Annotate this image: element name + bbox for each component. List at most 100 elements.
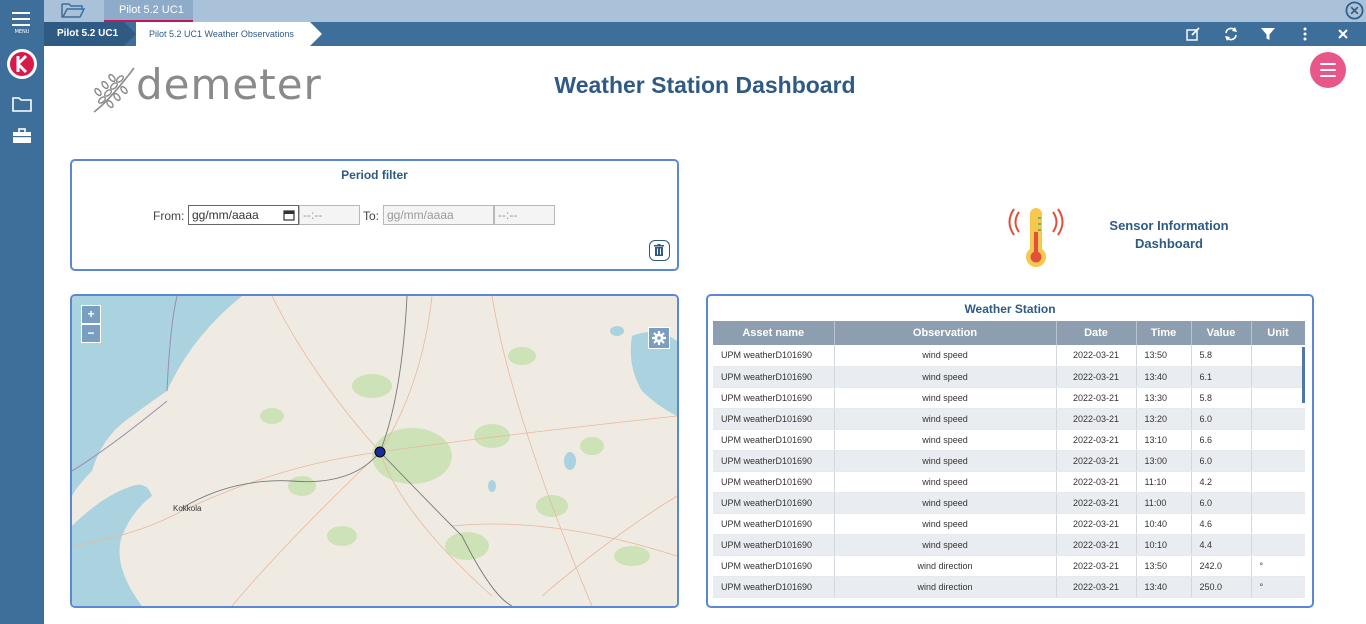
- table-row[interactable]: UPM weatherD101690 wind direction 2022-0…: [713, 576, 1305, 598]
- cell-time: 11:10: [1136, 471, 1192, 493]
- breadcrumb-label: Pilot 5.2 UC1 Weather Observations: [149, 29, 294, 39]
- table-row[interactable]: UPM weatherD101690 wind speed 2022-03-21…: [713, 513, 1305, 535]
- cell-observation: wind speed: [834, 534, 1057, 556]
- cell-date: 2022-03-21: [1056, 555, 1137, 577]
- cell-value: 242.0: [1191, 555, 1252, 577]
- table-row[interactable]: UPM weatherD101690 wind speed 2022-03-21…: [713, 492, 1305, 514]
- table-scrollbar-thumb[interactable]: [1302, 347, 1305, 403]
- briefcase-icon[interactable]: [10, 124, 34, 148]
- table-row[interactable]: UPM weatherD101690 wind speed 2022-03-21…: [713, 534, 1305, 556]
- breadcrumb-item-weather-observations[interactable]: Pilot 5.2 UC1 Weather Observations: [136, 22, 310, 46]
- table-row[interactable]: UPM weatherD101690 wind speed 2022-03-21…: [713, 345, 1305, 367]
- cell-observation: wind speed: [834, 429, 1057, 451]
- cell-value: 6.0: [1191, 450, 1252, 472]
- open-folder-icon[interactable]: [60, 1, 86, 19]
- more-vertical-icon[interactable]: [1297, 26, 1313, 42]
- close-circle-icon[interactable]: [1345, 1, 1364, 20]
- cell-unit: [1251, 387, 1305, 409]
- table-row[interactable]: UPM weatherD101690 wind direction 2022-0…: [713, 555, 1305, 577]
- table-row[interactable]: UPM weatherD101690 wind speed 2022-03-21…: [713, 366, 1305, 388]
- cell-observation: wind speed: [834, 408, 1057, 430]
- cell-observation: wind direction: [834, 576, 1057, 598]
- calendar-icon[interactable]: [283, 209, 295, 221]
- table-row[interactable]: UPM weatherD101690 wind speed 2022-03-21…: [713, 450, 1305, 472]
- sensor-info-line1: Sensor Information: [1109, 218, 1229, 233]
- breadcrumb-item-pilot[interactable]: Pilot 5.2 UC1: [44, 22, 124, 46]
- cell-value: 6.0: [1191, 492, 1252, 514]
- sensor-info-link[interactable]: Sensor Information Dashboard: [1090, 217, 1248, 253]
- wheat-icon: [93, 67, 135, 113]
- table-row[interactable]: UPM weatherD101690 wind speed 2022-03-21…: [713, 471, 1305, 493]
- map-settings-button[interactable]: [648, 327, 670, 349]
- table-row[interactable]: UPM weatherD101690 wind speed 2022-03-21…: [713, 429, 1305, 451]
- cell-time: 13:50: [1136, 345, 1192, 367]
- weather-table: Asset name Observation Date Time Value U…: [713, 321, 1305, 598]
- page-title: Weather Station Dashboard: [554, 72, 856, 98]
- cell-date: 2022-03-21: [1056, 408, 1137, 430]
- cell-observation: wind speed: [834, 471, 1057, 493]
- cell-date: 2022-03-21: [1056, 345, 1137, 367]
- cell-unit: [1251, 513, 1305, 535]
- table-row[interactable]: UPM weatherD101690 wind speed 2022-03-21…: [713, 387, 1305, 409]
- cell-asset: UPM weatherD101690: [713, 492, 835, 514]
- table-row[interactable]: UPM weatherD101690 wind speed 2022-03-21…: [713, 408, 1305, 430]
- cell-unit: [1251, 450, 1305, 472]
- fab-menu-button[interactable]: [1310, 52, 1346, 88]
- to-label: To:: [363, 209, 380, 223]
- tab-pilot[interactable]: Pilot 5.2 UC1: [104, 0, 193, 22]
- cell-date: 2022-03-21: [1056, 471, 1137, 493]
- period-filter-panel: Period filter From: gg/mm/aaaa --:-- To:…: [70, 159, 679, 271]
- weather-table-container[interactable]: Asset name Observation Date Time Value U…: [713, 321, 1305, 606]
- column-header[interactable]: Observation: [834, 321, 1057, 345]
- tab-label: Pilot 5.2 UC1: [119, 4, 184, 16]
- from-time-input[interactable]: --:--: [299, 205, 360, 225]
- from-time-placeholder: --:--: [303, 208, 323, 222]
- cell-value: 6.6: [1191, 429, 1252, 451]
- trash-icon: [654, 244, 664, 256]
- column-header[interactable]: Asset name: [713, 321, 835, 345]
- zoom-out-button[interactable]: −: [81, 324, 101, 343]
- filter-icon[interactable]: [1260, 26, 1276, 42]
- column-header[interactable]: Value: [1191, 321, 1252, 345]
- cell-value: 5.8: [1191, 387, 1252, 409]
- to-time-input[interactable]: --:--: [494, 205, 555, 225]
- edit-icon[interactable]: [1185, 26, 1201, 42]
- cell-date: 2022-03-21: [1056, 513, 1137, 535]
- cell-asset: UPM weatherD101690: [713, 345, 835, 367]
- cell-observation: wind direction: [834, 555, 1057, 577]
- cell-asset: UPM weatherD101690: [713, 555, 835, 577]
- logo-icon[interactable]: [6, 48, 38, 80]
- breadcrumb: Pilot 5.2 UC1 Pilot 5.2 UC1 Weather Obse…: [44, 22, 1366, 46]
- close-icon[interactable]: [1335, 26, 1351, 42]
- hamburger-icon-bar: [12, 18, 30, 20]
- map-city-label: Kokkola: [173, 504, 202, 513]
- cell-unit: [1251, 534, 1305, 556]
- menu-label: MENU: [14, 29, 30, 35]
- zoom-in-button[interactable]: +: [81, 305, 101, 324]
- cell-time: 13:20: [1136, 408, 1192, 430]
- table-header-row: Asset name Observation Date Time Value U…: [713, 321, 1305, 345]
- column-header[interactable]: Date: [1056, 321, 1137, 345]
- refresh-icon[interactable]: [1223, 26, 1239, 42]
- cell-time: 11:00: [1136, 492, 1192, 514]
- to-date-input[interactable]: gg/mm/aaaa: [383, 205, 494, 225]
- cell-time: 13:40: [1136, 576, 1192, 598]
- cell-time: 13:00: [1136, 450, 1192, 472]
- clear-filter-button[interactable]: [649, 240, 670, 261]
- folder-icon[interactable]: [10, 92, 34, 116]
- map-panel[interactable]: Kokkola + −: [70, 294, 679, 608]
- column-header[interactable]: Unit: [1251, 321, 1305, 345]
- cell-unit: [1251, 408, 1305, 430]
- cell-observation: wind speed: [834, 366, 1057, 388]
- cell-unit: [1251, 366, 1305, 388]
- column-header[interactable]: Time: [1136, 321, 1192, 345]
- cell-asset: UPM weatherD101690: [713, 534, 835, 556]
- breadcrumb-separator: [124, 22, 136, 46]
- menu-button[interactable]: MENU: [10, 10, 34, 36]
- cell-date: 2022-03-21: [1056, 576, 1137, 598]
- cell-time: 13:10: [1136, 429, 1192, 451]
- cell-asset: UPM weatherD101690: [713, 408, 835, 430]
- map-canvas[interactable]: [72, 296, 677, 606]
- from-date-input[interactable]: gg/mm/aaaa: [188, 205, 299, 225]
- cell-unit: [1251, 429, 1305, 451]
